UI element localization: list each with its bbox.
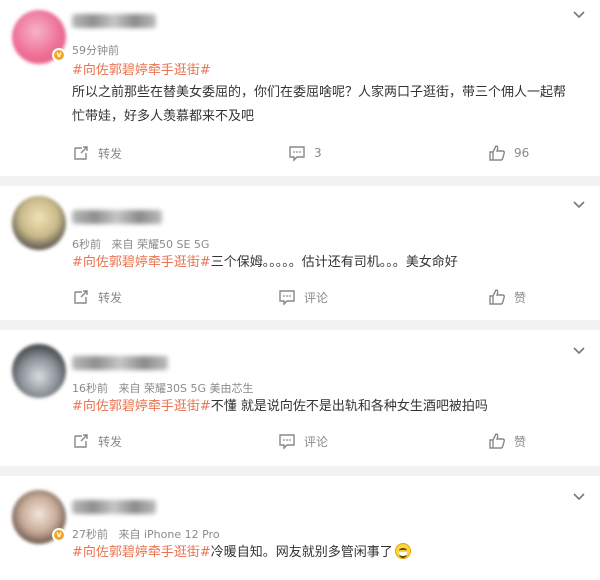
repost-button[interactable]: 转发: [72, 144, 122, 162]
username-blurred[interactable]: [72, 500, 156, 514]
grinning-sweat-emoji: [394, 543, 411, 559]
topic-link[interactable]: #向佐郭碧婷牵手逛街#: [72, 545, 211, 560]
repost-icon: [74, 146, 88, 160]
verified-badge-icon: v: [52, 528, 66, 542]
comment-card: 16秒前 来自 荣耀30S 5G 美由芯生 #向佐郭碧婷牵手逛街#不懂 就是说向…: [0, 330, 600, 466]
comment-time: 59分钟前: [72, 44, 119, 57]
action-bar: 转发 3 96: [0, 144, 600, 164]
username-blurred[interactable]: [72, 210, 162, 224]
like-button[interactable]: 赞: [488, 432, 526, 450]
topic-link[interactable]: #向佐郭碧婷牵手逛街#: [72, 63, 211, 78]
comment-card: v 59分钟前 #向佐郭碧婷牵手逛街# 所以之前那些在替美女委屈的，你们在委屈啥…: [0, 0, 600, 176]
action-bar: 转发 评论 赞: [0, 432, 600, 452]
comment-card: 6秒前 来自 荣耀50 SE 5G #向佐郭碧婷牵手逛街#三个保姆。。。。。估计…: [0, 186, 600, 320]
chevron-down-icon[interactable]: [572, 490, 586, 504]
like-label: 赞: [514, 290, 527, 305]
verified-badge-icon: v: [52, 48, 66, 62]
repost-label: 转发: [98, 434, 123, 449]
comment-icon: [279, 290, 295, 306]
like-icon: [489, 433, 505, 449]
comment-text: #向佐郭碧婷牵手逛街#三个保姆。。。。。估计还有司机。。。美女命好: [72, 250, 458, 276]
comment-text-line-2: 忙带娃，好多人羡慕都来不及吧: [72, 109, 255, 124]
comment-text: #向佐郭碧婷牵手逛街#不懂 就是说向佐不是出轨和各种女生酒吧被拍吗: [72, 394, 488, 420]
topic-link[interactable]: #向佐郭碧婷牵手逛街#: [72, 255, 211, 270]
like-label: 赞: [514, 434, 527, 449]
chevron-down-icon[interactable]: [572, 198, 586, 212]
topic-link[interactable]: #向佐郭碧婷牵手逛街#: [72, 399, 211, 414]
comment-button[interactable]: 3: [288, 144, 322, 162]
username-blurred[interactable]: [72, 14, 156, 28]
avatar[interactable]: [12, 344, 66, 398]
repost-button[interactable]: 转发: [72, 288, 122, 306]
comment-card: v 27秒前 来自 iPhone 12 Pro #向佐郭碧婷牵手逛街#冷暖自知。…: [0, 476, 600, 580]
like-button[interactable]: 96: [488, 144, 529, 162]
comment-button[interactable]: 评论: [278, 432, 328, 450]
action-bar: 转发 评论 赞: [0, 288, 600, 308]
comment-text-line-1: 所以之前那些在替美女委屈的，你们在委屈啥呢？人家两口子逛街，带三个佣人一起帮: [72, 85, 567, 100]
repost-icon: [74, 434, 88, 448]
repost-button[interactable]: 转发: [72, 432, 122, 450]
like-count: 96: [514, 146, 530, 160]
comment-text: #向佐郭碧婷牵手逛街#冷暖自知。网友就别多管闲事了: [72, 540, 411, 566]
comment-feed: v 59分钟前 #向佐郭碧婷牵手逛街# 所以之前那些在替美女委屈的，你们在委屈啥…: [0, 0, 600, 580]
chevron-down-icon[interactable]: [572, 344, 586, 358]
repost-label: 转发: [98, 290, 123, 305]
comment-icon: [279, 434, 295, 450]
comment-body: 冷暖自知。网友就别多管闲事了: [210, 545, 393, 560]
like-button[interactable]: 赞: [488, 288, 526, 306]
comment-count: 3: [314, 146, 322, 160]
avatar[interactable]: [12, 196, 66, 250]
comment-body: 三个保姆。。。。。估计还有司机。。。美女命好: [210, 255, 458, 270]
comment-label: 评论: [304, 290, 329, 305]
chevron-down-icon[interactable]: [572, 8, 586, 22]
comment-body: 不懂 就是说向佐不是出轨和各种女生酒吧被拍吗: [210, 399, 488, 414]
repost-label: 转发: [98, 146, 123, 161]
username-blurred[interactable]: [72, 356, 168, 370]
like-icon: [489, 145, 505, 161]
comment-button[interactable]: 评论: [278, 288, 328, 306]
comment-meta: 59分钟前: [72, 42, 119, 58]
repost-icon: [74, 290, 88, 304]
comment-label: 评论: [304, 434, 329, 449]
comment-icon: [289, 146, 305, 162]
like-icon: [489, 289, 505, 305]
